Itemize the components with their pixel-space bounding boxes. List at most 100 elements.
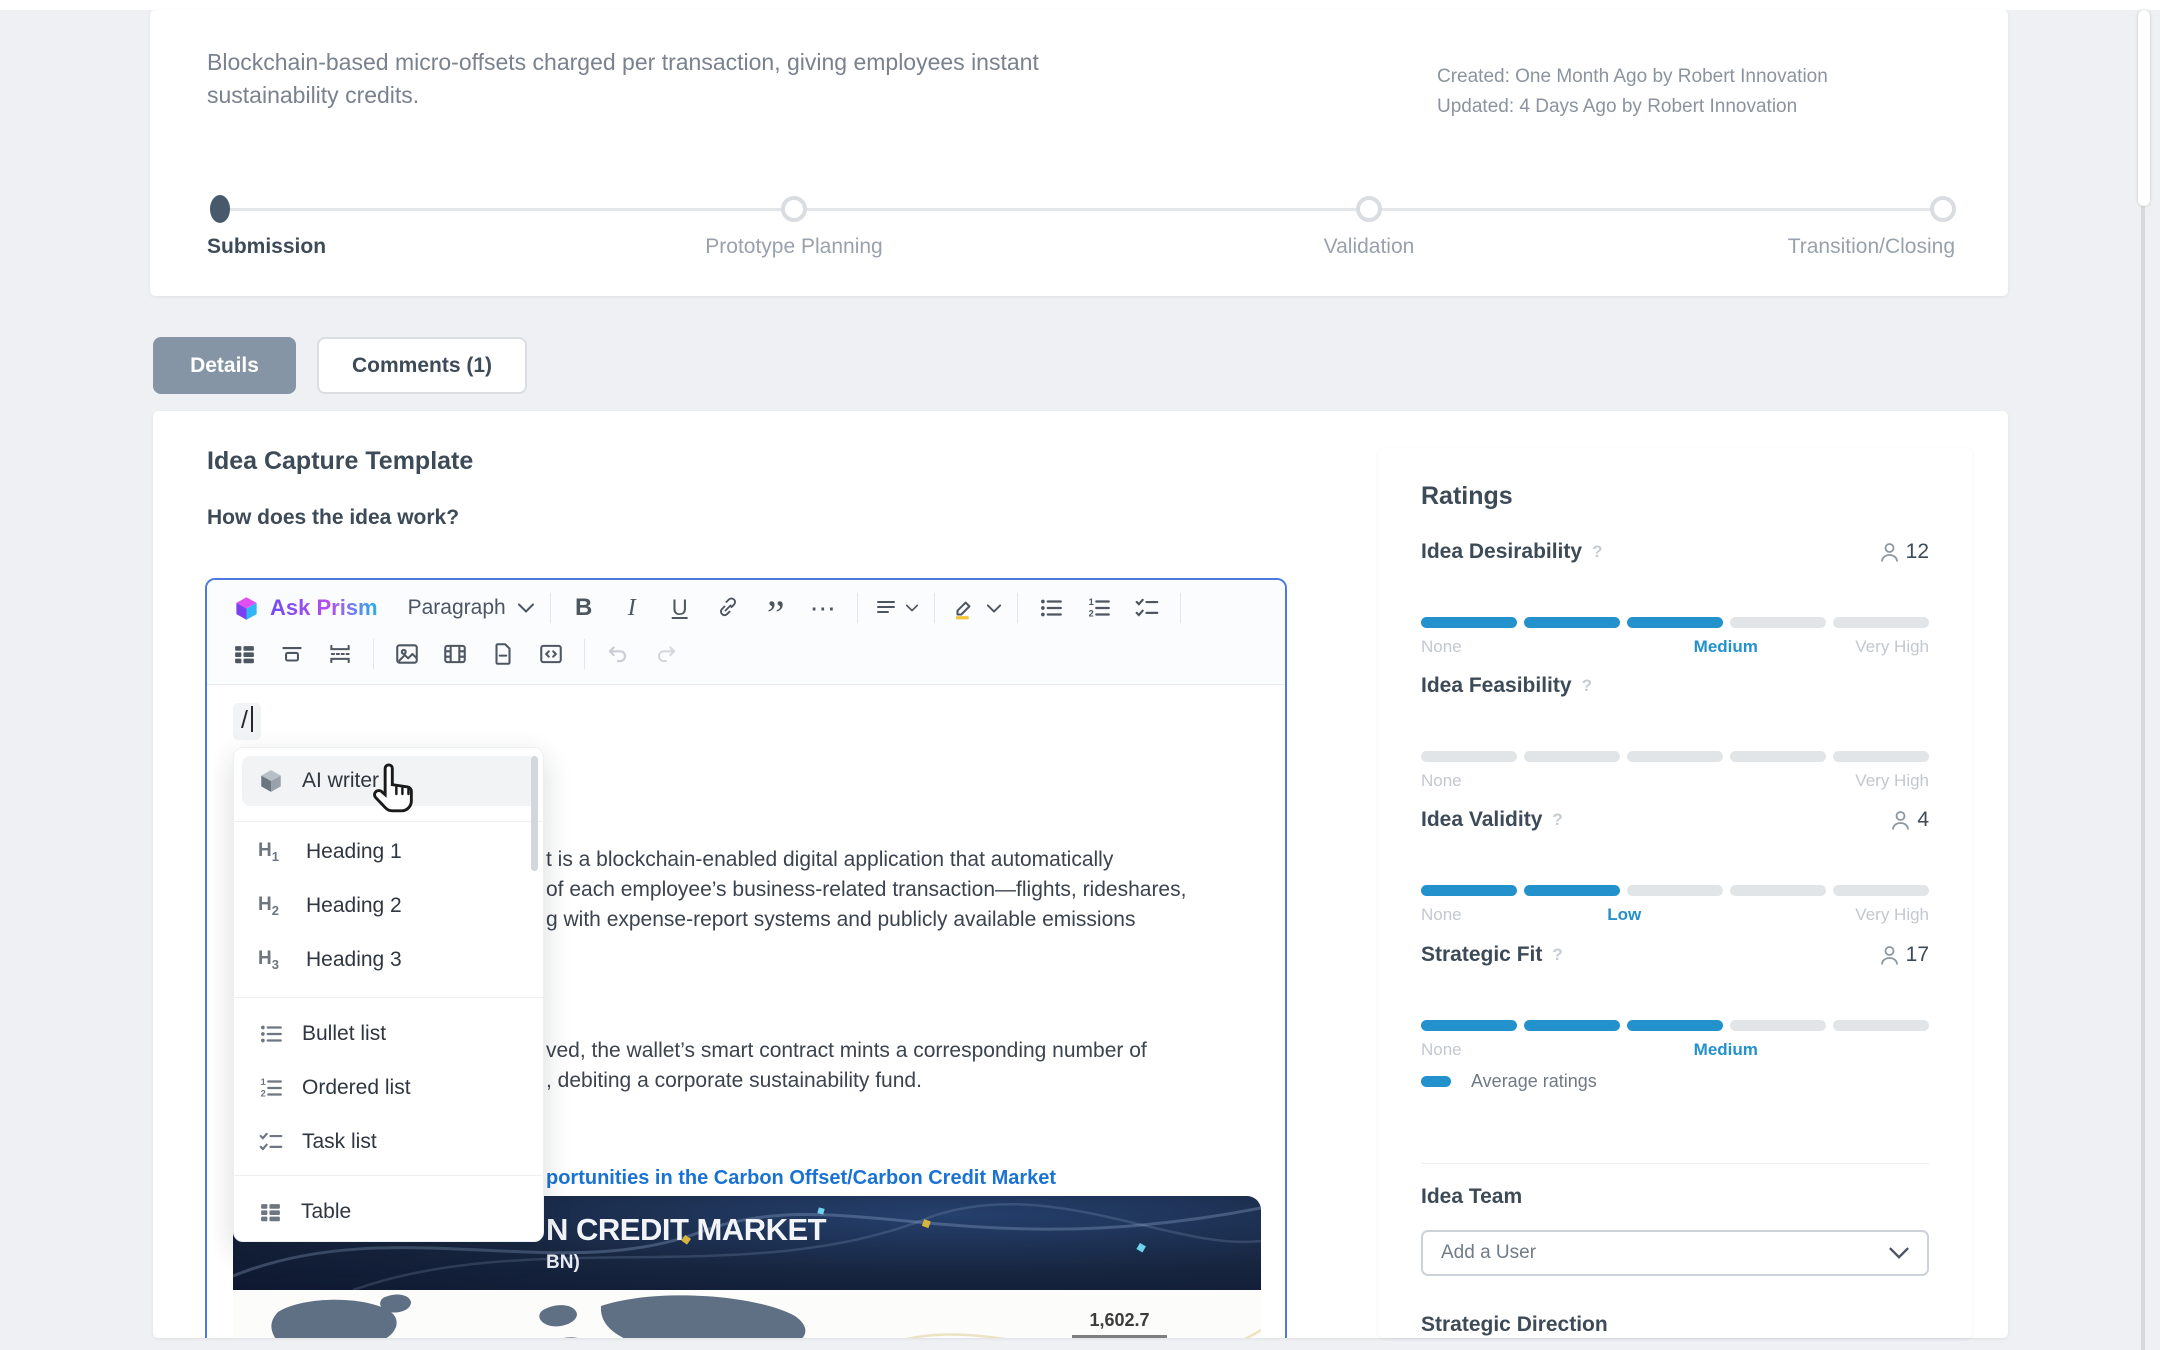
menu-item-bullet-list[interactable]: Bullet list bbox=[242, 1009, 537, 1059]
insert-file-button[interactable] bbox=[486, 636, 520, 672]
idea-detail-page: Blockchain-based micro-offsets charged p… bbox=[0, 0, 2160, 1350]
italic-button[interactable]: I bbox=[615, 590, 649, 626]
insert-embed-button[interactable] bbox=[534, 636, 568, 672]
editor-text-line: of each employee’s business-related tran… bbox=[546, 878, 1186, 902]
toolbar-divider bbox=[934, 593, 935, 623]
svg-text:2: 2 bbox=[261, 1089, 266, 1099]
link-button[interactable] bbox=[711, 590, 745, 626]
rating-metric-desirability: Idea Desirability ? 12 None Medium Very … bbox=[1421, 540, 1929, 660]
menu-item-ordered-list[interactable]: 12 Ordered list bbox=[242, 1063, 537, 1113]
toolbar-divider bbox=[857, 593, 858, 623]
menu-item-heading-3[interactable]: H3 Heading 3 bbox=[242, 935, 537, 985]
chevron-down-icon bbox=[1889, 1247, 1909, 1259]
horizontal-rule-button[interactable] bbox=[275, 636, 309, 672]
toolbar-divider bbox=[373, 639, 374, 669]
strategic-direction-title: Strategic Direction bbox=[1421, 1313, 1608, 1337]
idea-team-title: Idea Team bbox=[1421, 1185, 1522, 1209]
highlighter-icon bbox=[951, 595, 977, 621]
embedded-link-text[interactable]: portunities in the Carbon Offset/Carbon … bbox=[546, 1167, 1056, 1190]
tab-comments[interactable]: Comments (1) bbox=[317, 337, 527, 394]
horizontal-rule-icon bbox=[279, 641, 305, 667]
editor-text-line: , debiting a corporate sustainability fu… bbox=[546, 1069, 922, 1093]
image-chart-area: 1,602.7 31.0% bbox=[233, 1290, 1261, 1338]
step-dot-validation bbox=[1356, 196, 1382, 222]
align-dropdown[interactable] bbox=[874, 590, 918, 626]
help-icon[interactable]: ? bbox=[1582, 676, 1592, 696]
svg-text:2: 2 bbox=[1088, 609, 1093, 619]
underline-button[interactable]: U bbox=[663, 590, 697, 626]
mouse-pointer-hand-icon bbox=[368, 760, 422, 816]
toolbar-divider bbox=[584, 639, 585, 669]
rating-bar bbox=[1421, 617, 1929, 628]
slash-command-menu: AI writer H1 Heading 1 H2 Heading 2 H3 H… bbox=[233, 747, 544, 1242]
undo-button[interactable] bbox=[601, 636, 635, 672]
slash-command-chip: / bbox=[233, 703, 261, 740]
bullet-list-button[interactable] bbox=[1034, 590, 1068, 626]
insert-video-button[interactable] bbox=[438, 636, 472, 672]
toc-button[interactable] bbox=[227, 636, 261, 672]
updated-text: Updated: 4 Days Ago by Robert Innovation bbox=[1437, 92, 1828, 122]
heading-3-icon: H3 bbox=[258, 948, 288, 972]
menu-item-heading-1[interactable]: H1 Heading 1 bbox=[242, 827, 537, 877]
chevron-down-icon bbox=[518, 603, 534, 613]
menu-item-task-list[interactable]: Task list bbox=[242, 1117, 537, 1167]
rating-vote-count: 17 bbox=[1880, 943, 1929, 967]
form-title: Idea Capture Template bbox=[207, 447, 473, 476]
top-strip bbox=[0, 0, 2160, 10]
insert-image-button[interactable] bbox=[390, 636, 424, 672]
help-icon[interactable]: ? bbox=[1592, 542, 1602, 562]
heading-2-icon: H2 bbox=[258, 894, 288, 918]
tab-details[interactable]: Details bbox=[153, 337, 296, 394]
page-break-button[interactable] bbox=[323, 636, 357, 672]
more-options-button[interactable]: ⋯ bbox=[807, 590, 841, 626]
step-label-validation: Validation bbox=[1324, 235, 1415, 259]
menu-item-table[interactable]: Table bbox=[242, 1187, 537, 1237]
legend-pill bbox=[1421, 1076, 1451, 1087]
task-list-icon bbox=[1134, 595, 1160, 621]
menu-item-heading-2[interactable]: H2 Heading 2 bbox=[242, 881, 537, 931]
step-label-prototype-planning: Prototype Planning bbox=[705, 235, 882, 259]
page-scrollbar-thumb[interactable] bbox=[2138, 10, 2150, 206]
svg-text:1: 1 bbox=[261, 1077, 266, 1087]
ordered-list-icon: 12 bbox=[258, 1075, 284, 1101]
bar-value-label: 1,602.7 bbox=[1072, 1310, 1167, 1331]
task-list-icon bbox=[258, 1129, 284, 1155]
rating-metric-strategic-fit: Strategic Fit ? 17 None Medium bbox=[1421, 943, 1929, 1063]
table-icon bbox=[258, 1200, 283, 1225]
redo-icon bbox=[653, 641, 679, 667]
step-label-submission: Submission bbox=[207, 235, 326, 259]
page-scrollbar-track[interactable] bbox=[2141, 205, 2145, 1350]
block-style-dropdown[interactable]: Paragraph bbox=[408, 596, 534, 620]
redo-button[interactable] bbox=[649, 636, 683, 672]
ordered-list-button[interactable]: 12 bbox=[1082, 590, 1116, 626]
code-embed-icon bbox=[538, 641, 564, 667]
step-dot-transition-closing bbox=[1930, 196, 1956, 222]
ask-prism-button[interactable]: Ask Prism bbox=[233, 595, 378, 622]
rating-bar bbox=[1421, 885, 1929, 896]
ai-cube-icon bbox=[258, 768, 284, 794]
align-left-icon bbox=[874, 596, 898, 620]
task-list-button[interactable] bbox=[1130, 590, 1164, 626]
ratings-panel: Ratings Idea Desirability ? 12 None Medi… bbox=[1378, 448, 1972, 1338]
link-icon bbox=[716, 596, 740, 620]
help-icon[interactable]: ? bbox=[1552, 945, 1562, 965]
image-icon bbox=[394, 641, 420, 667]
highlight-dropdown[interactable] bbox=[951, 590, 1001, 626]
toc-blocks-icon bbox=[232, 642, 257, 667]
person-icon bbox=[1880, 542, 1899, 563]
menu-scrollbar-thumb[interactable] bbox=[531, 756, 538, 871]
rating-metric-feasibility: Idea Feasibility ? None Very High bbox=[1421, 674, 1929, 794]
menu-divider bbox=[234, 1175, 545, 1176]
banner-subtitle: BN) bbox=[546, 1252, 580, 1274]
menu-divider bbox=[234, 997, 545, 998]
add-user-select[interactable]: Add a User bbox=[1421, 1230, 1929, 1276]
video-icon bbox=[442, 641, 468, 667]
blockquote-button[interactable]: ” bbox=[759, 590, 793, 626]
idea-description: Blockchain-based micro-offsets charged p… bbox=[207, 46, 1157, 112]
bold-button[interactable]: B bbox=[567, 590, 601, 626]
text-caret bbox=[251, 706, 253, 732]
help-icon[interactable]: ? bbox=[1552, 810, 1562, 830]
average-ratings-legend: Average ratings bbox=[1421, 1071, 1597, 1092]
bar-segment-gray bbox=[1072, 1335, 1167, 1338]
ratings-title: Ratings bbox=[1421, 482, 1513, 511]
